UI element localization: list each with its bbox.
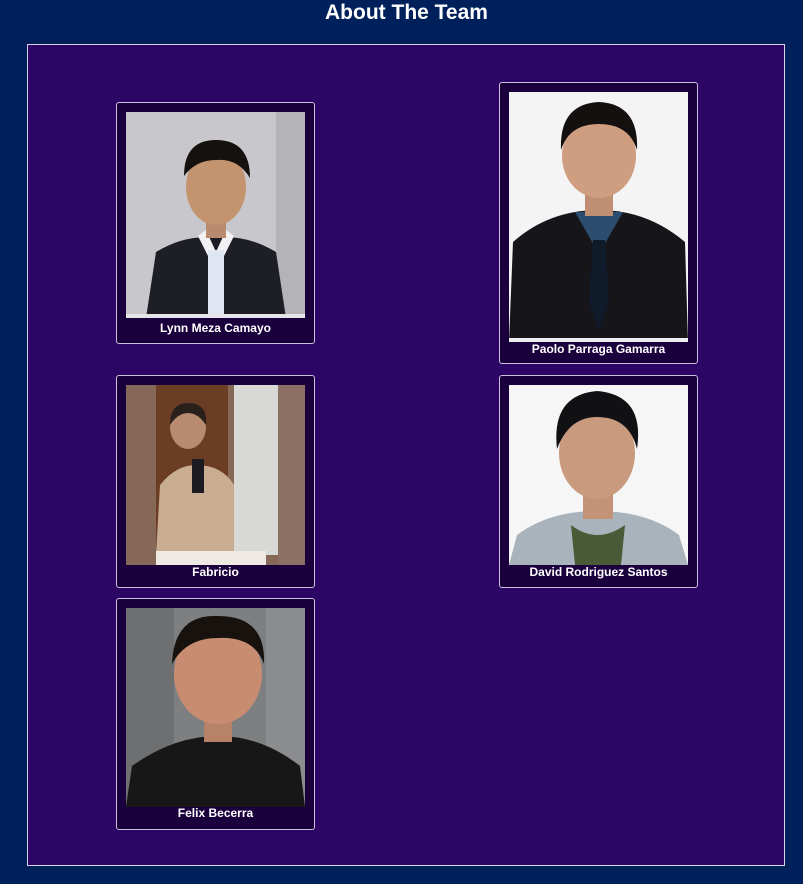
member-photo xyxy=(509,92,688,342)
member-card: Felix Becerra xyxy=(116,598,315,830)
team-panel: Lynn Meza Camayo Paolo Parraga Gamarra F… xyxy=(27,44,785,866)
member-card: David Rodriguez Santos xyxy=(499,375,698,588)
member-photo xyxy=(126,608,305,807)
page-title: About The Team xyxy=(325,1,488,24)
member-photo xyxy=(126,112,305,318)
member-name: David Rodriguez Santos xyxy=(529,565,668,579)
member-name: Fabricio xyxy=(192,565,239,579)
member-name: Felix Becerra xyxy=(177,806,254,820)
member-name: Paolo Parraga Gamarra xyxy=(531,342,666,356)
member-card: Lynn Meza Camayo xyxy=(116,102,315,344)
member-card: Paolo Parraga Gamarra xyxy=(499,82,698,364)
member-photo xyxy=(126,385,305,565)
member-card: Fabricio xyxy=(116,375,315,588)
member-photo xyxy=(509,385,688,565)
member-name: Lynn Meza Camayo xyxy=(160,321,271,335)
